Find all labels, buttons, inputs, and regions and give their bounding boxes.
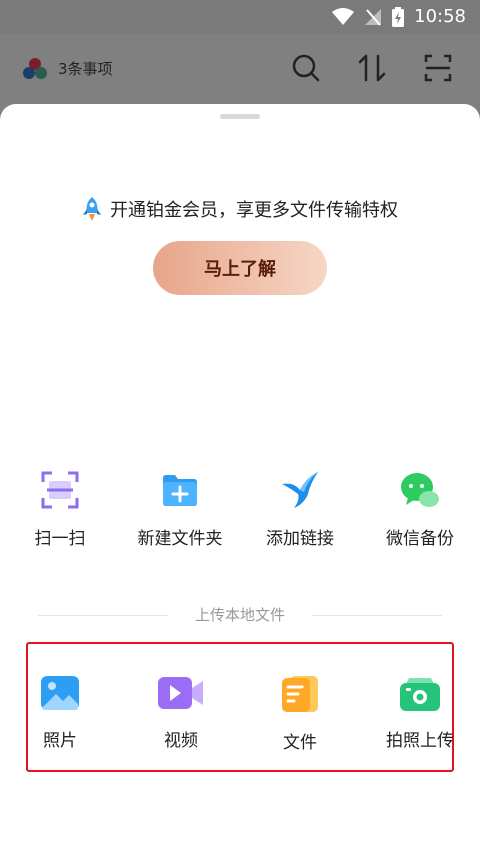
search-icon[interactable] — [290, 52, 322, 84]
tool-label: 添加链接 — [266, 529, 334, 549]
upload-label: 文件 — [283, 733, 317, 753]
rocket-icon — [83, 197, 101, 221]
upload-label: 照片 — [43, 731, 77, 751]
no-signal-icon — [365, 8, 382, 26]
photo-icon — [41, 676, 79, 710]
app-header: 3条事项 — [0, 34, 480, 104]
tool-wechat-backup[interactable]: 微信备份 — [365, 470, 475, 549]
wifi-icon — [332, 7, 355, 25]
learn-more-button[interactable]: 马上了解 — [153, 241, 327, 295]
tool-label: 微信备份 — [386, 529, 454, 549]
upload-photo[interactable]: 照片 — [5, 674, 115, 751]
upload-file[interactable]: 文件 — [245, 674, 355, 753]
upload-section-divider: 上传本地文件 — [38, 604, 442, 628]
tool-add-link[interactable]: 添加链接 — [245, 470, 355, 549]
status-icons: 10:58 — [332, 6, 466, 27]
status-bar: 10:58 — [0, 0, 480, 34]
video-icon — [158, 677, 203, 709]
bird-link-icon — [282, 472, 318, 508]
promo-banner: 开通铂金会员，享更多文件传输特权 — [0, 192, 480, 226]
scan-icon — [41, 471, 79, 509]
upload-label: 视频 — [164, 731, 198, 751]
battery-charging-icon — [392, 6, 405, 27]
upload-section-title: 上传本地文件 — [194, 606, 285, 624]
tool-label: 扫一扫 — [34, 529, 86, 549]
upload-camera[interactable]: 拍照上传 — [365, 674, 475, 751]
tool-label: 新建文件夹 — [137, 529, 223, 549]
sort-icon[interactable] — [356, 52, 388, 84]
status-time: 10:58 — [414, 6, 466, 27]
bottom-sheet: 开通铂金会员，享更多文件传输特权 马上了解 扫一扫 新建文件夹 添加链接 微信备… — [0, 104, 480, 853]
new-folder-icon — [163, 475, 197, 506]
tool-new-folder[interactable]: 新建文件夹 — [125, 470, 235, 549]
upload-video[interactable]: 视频 — [126, 674, 236, 751]
upload-label: 拍照上传 — [386, 731, 454, 751]
tool-scan[interactable]: 扫一扫 — [5, 470, 115, 549]
scan-header-icon[interactable] — [422, 52, 454, 84]
wechat-icon — [401, 473, 439, 507]
promo-text: 开通铂金会员，享更多文件传输特权 — [110, 200, 398, 221]
header-title[interactable]: 3条事项 — [58, 58, 113, 79]
app-logo-icon[interactable] — [22, 56, 48, 82]
camera-icon — [400, 678, 440, 711]
file-icon — [282, 676, 318, 712]
sheet-grab-handle[interactable] — [220, 114, 260, 119]
